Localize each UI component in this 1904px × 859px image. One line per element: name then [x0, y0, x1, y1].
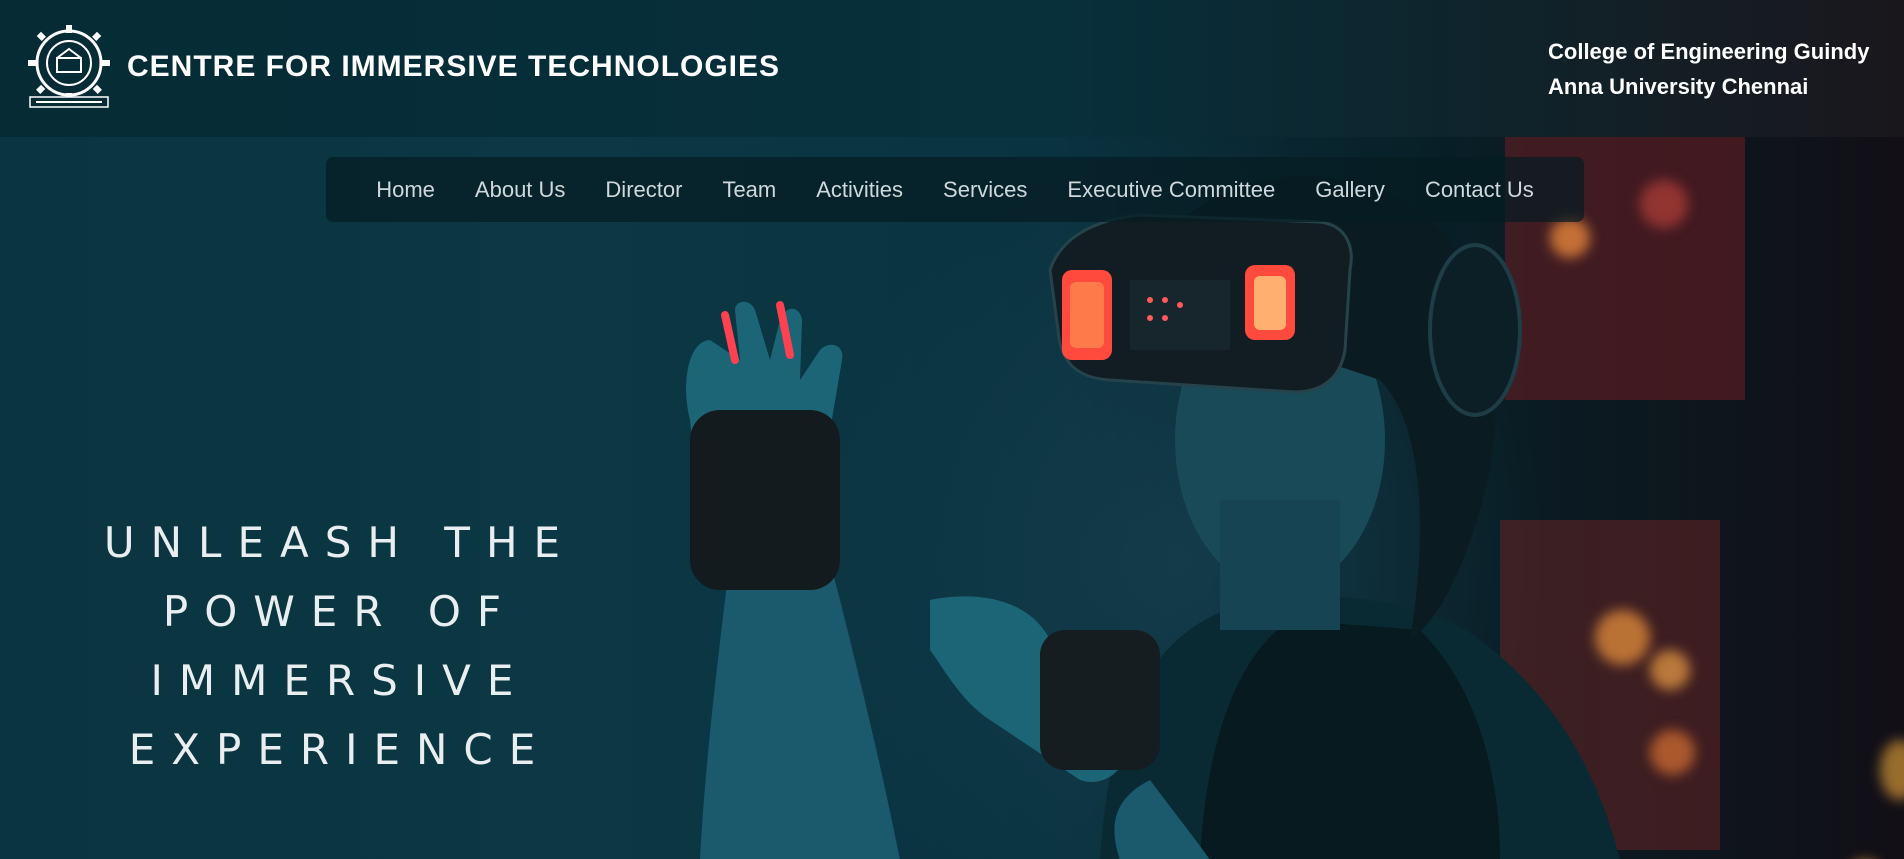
- nav-item-team[interactable]: Team: [702, 177, 796, 203]
- site-title[interactable]: CENTRE FOR IMMERSIVE TECHNOLOGIES: [127, 50, 780, 84]
- hero-headline: UNLEASH THE POWER OF IMMERSIVE EXPERIENC…: [40, 508, 640, 784]
- anna-university-seal-icon[interactable]: [26, 23, 112, 109]
- nav-item-activities[interactable]: Activities: [796, 177, 923, 203]
- nav-item-services[interactable]: Services: [923, 177, 1047, 203]
- affiliation: College of Engineering Guindy Anna Unive…: [1548, 34, 1869, 104]
- nav-item-contact-us[interactable]: Contact Us: [1405, 177, 1554, 203]
- nav-item-home[interactable]: Home: [356, 177, 455, 203]
- affiliation-college: College of Engineering Guindy: [1548, 39, 1870, 64]
- nav-item-director[interactable]: Director: [585, 177, 702, 203]
- nav-item-about-us[interactable]: About Us: [455, 177, 586, 203]
- headline-line: IMMERSIVE: [150, 656, 530, 705]
- main-nav: Home About Us Director Team Activities S…: [326, 157, 1584, 222]
- site-header: CENTRE FOR IMMERSIVE TECHNOLOGIES Colleg…: [0, 0, 1904, 137]
- headline-line: POWER OF: [162, 587, 518, 636]
- nav-item-executive-committee[interactable]: Executive Committee: [1047, 177, 1295, 203]
- headline-line: UNLEASH THE: [103, 518, 577, 567]
- affiliation-university: Anna University Chennai: [1548, 74, 1809, 99]
- headline-line: EXPERIENCE: [128, 725, 552, 774]
- nav-item-gallery[interactable]: Gallery: [1295, 177, 1405, 203]
